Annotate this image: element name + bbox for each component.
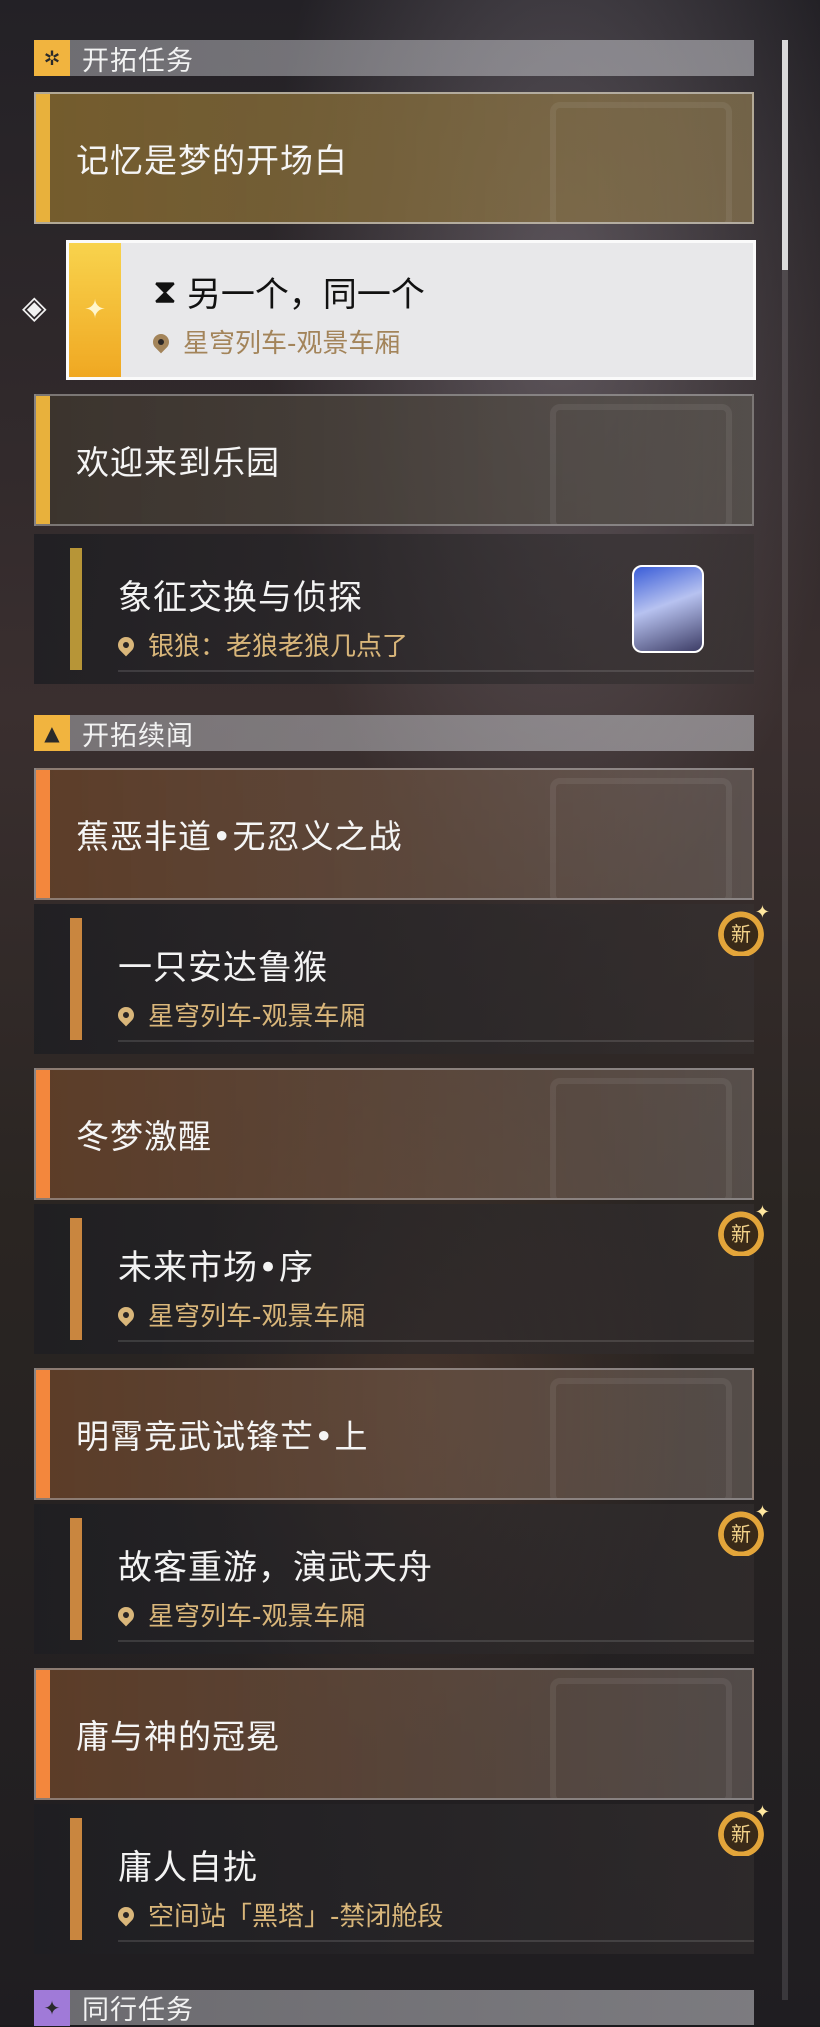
quest-name: ⧗ 另一个，同一个: [153, 267, 425, 316]
new-badge: 新: [714, 1202, 770, 1256]
emblem-decoration: [550, 778, 732, 898]
group-title: 明霄竞武试锋芒•上: [76, 1417, 369, 1456]
item-accent-bar: [70, 1818, 82, 1940]
new-badge: 新: [714, 1502, 770, 1556]
quest-location-text: 星穹列车-观景车厢: [183, 329, 401, 359]
quest-name: 庸人自扰: [118, 1848, 258, 1888]
quest-name: 一只安达鲁猴: [118, 948, 328, 988]
quest-item[interactable]: 故客重游，演武天舟 星穹列车-观景车厢 新: [34, 1502, 770, 1654]
quest-name: 象征交换与侦探: [118, 578, 363, 618]
group-accent-bar: [36, 1370, 50, 1498]
trailblaze-mission-icon: ✲: [34, 40, 70, 76]
quest-location: 星穹列车-观景车厢: [149, 323, 401, 360]
quest-location-text: 银狼：老狼老狼几点了: [148, 632, 409, 662]
quest-location: 银狼：老狼老狼几点了: [114, 626, 409, 663]
group-title: 庸与神的冠冕: [76, 1717, 280, 1756]
divider: [118, 1640, 754, 1642]
selection-arrow-icon: ◈: [22, 288, 47, 326]
group-title: 蕉恶非道•无忍义之战: [76, 817, 403, 856]
quest-name-text: 另一个，同一个: [186, 275, 425, 315]
location-pin-icon: [114, 1303, 138, 1326]
quest-location: 星穹列车-观景车厢: [114, 1296, 366, 1333]
quest-location: 空间站「黑塔」-禁闭舱段: [114, 1896, 444, 1933]
item-accent-bar: [70, 548, 82, 670]
quest-group-header[interactable]: 庸与神的冠冕: [34, 1668, 754, 1800]
group-title: 记忆是梦的开场白: [76, 141, 348, 180]
emblem-decoration: [550, 1378, 732, 1498]
section-label: 同行任务: [82, 1995, 194, 2026]
scrollbar-track[interactable]: [782, 40, 788, 2000]
group-accent-bar: [36, 1070, 50, 1198]
group-accent-bar: [36, 770, 50, 898]
item-accent-bar: [70, 1518, 82, 1640]
quest-item[interactable]: 未来市场•序 星穹列车-观景车厢 新: [34, 1202, 770, 1354]
group-title: 冬梦激醒: [76, 1117, 212, 1156]
quest-group-header[interactable]: 冬梦激醒: [34, 1068, 754, 1200]
quest-location: 星穹列车-观景车厢: [114, 996, 366, 1033]
trailblaze-continuance-icon: ▲: [34, 715, 70, 751]
location-pin-icon: [114, 633, 138, 656]
emblem-decoration: [550, 1078, 732, 1198]
quest-group-header[interactable]: 明霄竞武试锋芒•上: [34, 1368, 754, 1500]
quest-item[interactable]: 庸人自扰 空间站「黑塔」-禁闭舱段 新: [34, 1802, 770, 1954]
emblem-decoration: [550, 404, 732, 524]
tracked-gem-icon: ✦: [69, 243, 121, 377]
divider: [118, 1940, 754, 1942]
quest-group-header[interactable]: 蕉恶非道•无忍义之战: [34, 768, 754, 900]
emblem-decoration: [550, 1678, 732, 1798]
divider: [118, 1040, 754, 1042]
section-label: 开拓续闻: [82, 720, 194, 752]
section-header-trailblaze: ✲ 开拓任务: [34, 40, 754, 77]
character-avatar: [632, 565, 704, 653]
quest-location: 星穹列车-观景车厢: [114, 1596, 366, 1633]
quest-group-header[interactable]: 记忆是梦的开场白: [34, 92, 754, 224]
location-pin-icon: [114, 1003, 138, 1026]
quest-item-selected[interactable]: ✦ ⧗ 另一个，同一个 星穹列车-观景车厢: [66, 240, 756, 380]
divider: [118, 1340, 754, 1342]
quest-group-header[interactable]: 欢迎来到乐园: [34, 394, 754, 526]
group-accent-bar: [36, 1670, 50, 1798]
quest-location-text: 空间站「黑塔」-禁闭舱段: [148, 1902, 444, 1932]
section-header-companion: ✦ 同行任务: [34, 1989, 754, 2026]
quest-name: 未来市场•序: [118, 1248, 315, 1288]
divider: [118, 670, 754, 672]
hourglass-icon: ⧗: [153, 271, 177, 312]
location-pin-icon: [114, 1903, 138, 1926]
quest-name: 故客重游，演武天舟: [118, 1548, 433, 1588]
item-accent-bar: [70, 1218, 82, 1340]
scrollbar-thumb[interactable]: [782, 40, 788, 270]
group-title: 欢迎来到乐园: [76, 443, 280, 482]
new-badge: 新: [714, 1802, 770, 1856]
location-pin-icon: [114, 1603, 138, 1626]
item-accent-bar: [70, 918, 82, 1040]
quest-item[interactable]: 一只安达鲁猴 星穹列车-观景车厢 新: [34, 902, 770, 1054]
quest-location-text: 星穹列车-观景车厢: [148, 1002, 366, 1032]
section-header-continuance: ▲ 开拓续闻: [34, 715, 754, 752]
group-accent-bar: [36, 396, 50, 524]
section-label: 开拓任务: [82, 45, 194, 77]
location-pin-icon: [149, 330, 173, 353]
emblem-decoration: [550, 102, 732, 222]
quest-location-text: 星穹列车-观景车厢: [148, 1302, 366, 1332]
quest-location-text: 星穹列车-观景车厢: [148, 1602, 366, 1632]
group-accent-bar: [36, 94, 50, 222]
new-badge: 新: [714, 902, 770, 956]
companion-mission-icon: ✦: [34, 1989, 70, 2026]
